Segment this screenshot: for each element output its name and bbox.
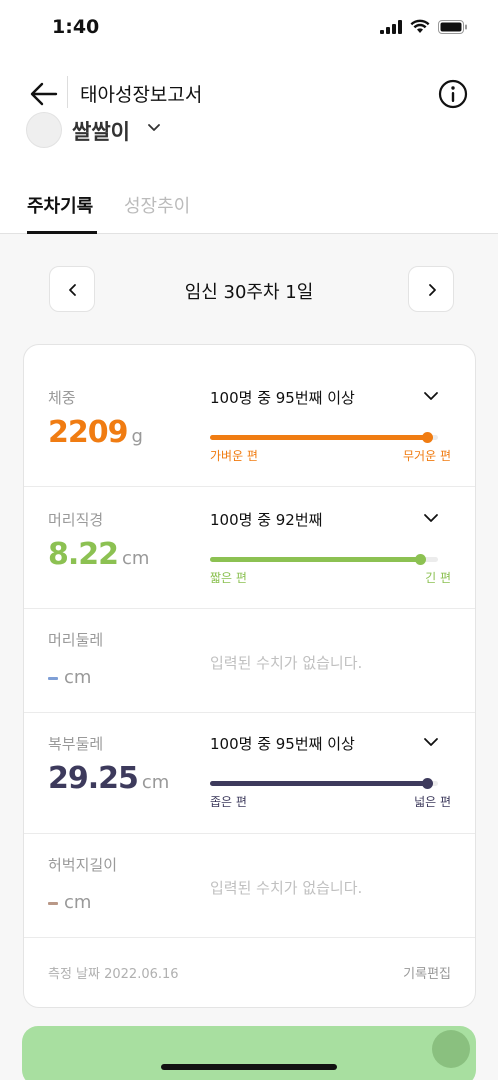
battery-icon: [438, 19, 467, 34]
measurement-row-weight: 체중 2209 g 100명 중 95번째 이상 가벼운 편 무거운 편: [24, 345, 475, 487]
chevron-down-icon: [148, 124, 160, 131]
chevron-right-icon: [429, 284, 436, 296]
measurement-row-femur-length: 허벅지길이 cm 입력된 수치가 없습니다.: [24, 834, 475, 938]
home-indicator: [161, 1064, 337, 1070]
measurement-value: 2209 g: [48, 415, 143, 450]
measurement-card: 체중 2209 g 100명 중 95번째 이상 가벼운 편 무거운 편 머리직경…: [23, 344, 476, 1008]
bar-low-label: 좁은 편: [210, 795, 247, 809]
percentile-marker: [415, 554, 426, 565]
bar-high-label: 무거운 편: [403, 449, 451, 463]
empty-message: 입력된 수치가 없습니다.: [210, 654, 363, 672]
rank-text: 100명 중 95번째 이상: [210, 389, 355, 407]
empty-message: 입력된 수치가 없습니다.: [210, 879, 363, 897]
chevron-down-icon[interactable]: [422, 509, 440, 527]
bottom-banner[interactable]: [22, 1026, 476, 1080]
baby-avatar: [26, 112, 62, 148]
appbar-divider: [67, 76, 68, 108]
chevron-down-icon[interactable]: [422, 733, 440, 751]
baby-selector[interactable]: 쌀쌀이: [26, 112, 226, 152]
page-title: 태아성장보고서: [80, 84, 203, 106]
value-number: 2209: [48, 415, 128, 450]
measurement-label: 체중: [48, 389, 76, 407]
measurement-row-abdominal-circumference: 복부둘레 29.25 cm 100명 중 95번째 이상 좁은 편 넓은 편: [24, 713, 475, 834]
baby-name: 쌀쌀이: [72, 120, 130, 144]
measurement-label: 허벅지길이: [48, 856, 118, 874]
chevron-down-icon[interactable]: [422, 387, 440, 405]
tab-weekly-record[interactable]: 주차기록: [27, 192, 93, 218]
measurement-row-head-circumference: 머리둘레 cm 입력된 수치가 없습니다.: [24, 609, 475, 713]
percentile-bar: [210, 432, 438, 443]
percentile-fill: [210, 781, 427, 786]
value-unit: cm: [122, 548, 150, 569]
status-bar: 1:40: [0, 0, 498, 56]
value-number: 29.25: [48, 761, 139, 796]
percentile-fill: [210, 435, 427, 440]
measurement-label: 머리직경: [48, 511, 104, 529]
measurement-label: 머리둘레: [48, 631, 104, 649]
tab-bar: 주차기록 성장추이: [0, 190, 498, 234]
percentile-bar: [210, 778, 438, 789]
status-time: 1:40: [52, 16, 100, 38]
value-unit: cm: [64, 892, 92, 913]
week-navigator: 임신 30주차 1일: [0, 266, 498, 314]
empty-dash: [48, 902, 58, 905]
edit-record-button[interactable]: 기록편집: [403, 963, 451, 982]
percentile-fill: [210, 557, 420, 562]
value-unit: cm: [141, 772, 170, 793]
measurement-value: cm: [48, 667, 91, 688]
status-icons: [380, 19, 468, 34]
tab-growth-trend[interactable]: 성장추이: [124, 192, 190, 218]
measure-date: 측정 날짜 2022.06.16: [48, 967, 179, 982]
bar-low-label: 짧은 편: [210, 571, 247, 585]
measurement-value: 29.25 cm: [48, 761, 169, 796]
empty-dash: [48, 677, 58, 680]
tab-active-indicator: [27, 231, 97, 234]
value-unit: cm: [64, 667, 92, 688]
percentile-bar: [210, 554, 438, 565]
cellular-signal-icon: [380, 19, 402, 34]
bar-high-label: 넓은 편: [414, 795, 451, 809]
back-arrow-icon[interactable]: [26, 76, 62, 112]
measurement-row-head-diameter: 머리직경 8.22 cm 100명 중 92번째 짧은 편 긴 편: [24, 487, 475, 609]
bar-high-label: 긴 편: [425, 571, 451, 585]
measurement-label: 복부둘레: [48, 735, 104, 753]
card-footer: 측정 날짜 2022.06.16 기록편집: [24, 937, 475, 1007]
info-icon[interactable]: [437, 78, 469, 110]
wifi-icon: [410, 19, 430, 33]
value-number: 8.22: [48, 537, 119, 572]
bar-low-label: 가벼운 편: [210, 449, 258, 463]
rank-text: 100명 중 92번째: [210, 511, 323, 529]
rank-text: 100명 중 95번째 이상: [210, 735, 355, 753]
measurement-value: cm: [48, 892, 91, 913]
value-unit: g: [131, 426, 143, 447]
percentile-marker: [422, 432, 433, 443]
measurement-value: 8.22 cm: [48, 537, 149, 572]
percentile-marker: [422, 778, 433, 789]
next-week-button[interactable]: [408, 266, 454, 312]
banner-icon: [432, 1030, 470, 1068]
